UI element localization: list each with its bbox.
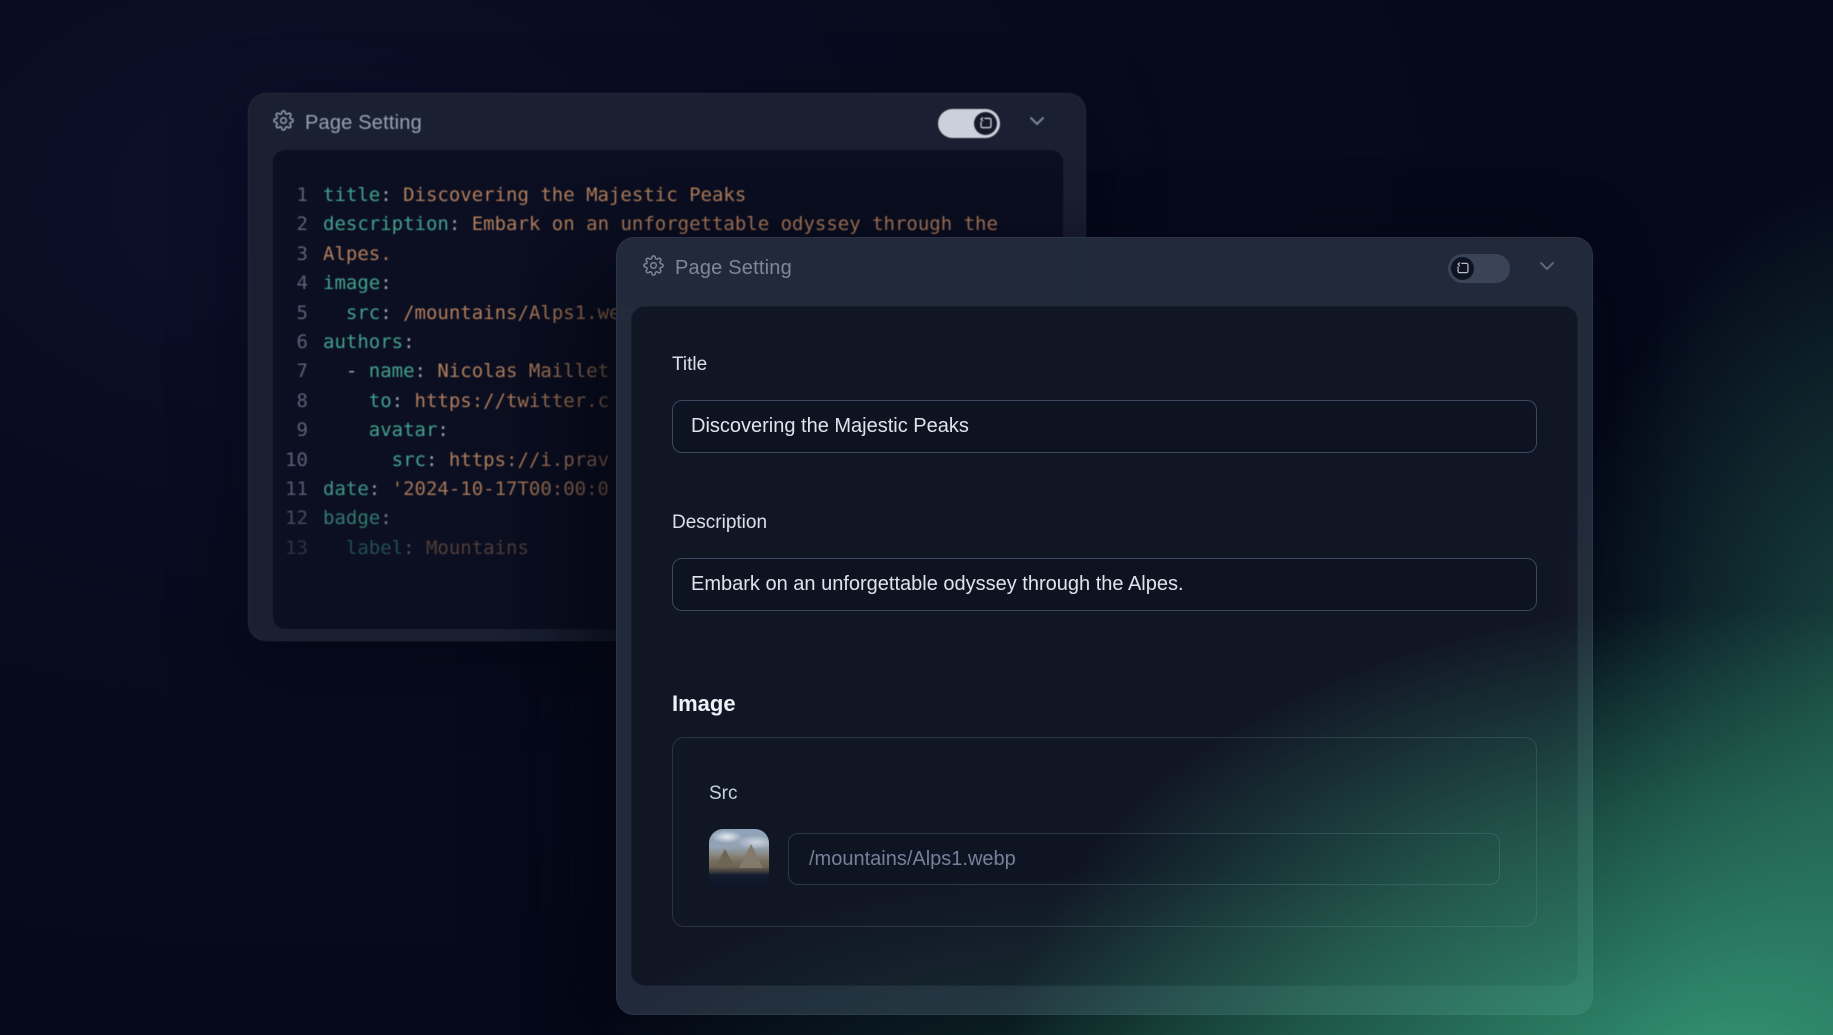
form-panel: Page Setting Title Description — [616, 237, 1593, 1015]
mountain-shape — [715, 849, 735, 867]
line-number: 3 — [273, 240, 308, 269]
description-label: Description — [672, 512, 1537, 534]
line-number: 9 — [273, 416, 308, 445]
chevron-down-icon[interactable] — [1025, 109, 1049, 138]
line-number: 7 — [273, 357, 308, 386]
panel-title: Page Setting — [675, 257, 792, 280]
image-src-input[interactable] — [788, 833, 1500, 885]
code-line: 2description: Embark on an unforgettable… — [273, 210, 1063, 239]
chevron-down-icon[interactable] — [1535, 254, 1559, 283]
form-panel-header: Page Setting — [617, 238, 1592, 298]
code-block-icon — [974, 112, 997, 135]
settings-gear-icon — [273, 110, 294, 136]
line-number: 5 — [273, 299, 308, 328]
title-input[interactable] — [672, 400, 1537, 453]
line-number: 6 — [273, 328, 308, 357]
image-section-heading: Image — [672, 691, 1537, 717]
line-number: 10 — [273, 446, 308, 475]
code-panel-header: Page Setting — [249, 94, 1085, 152]
title-label: Title — [672, 354, 1537, 376]
page-setting-form: Title Description Image Src — [631, 306, 1578, 986]
line-number: 12 — [273, 504, 308, 533]
screen: Page Setting 1title: Discovering the Maj… — [0, 0, 1833, 1035]
line-number: 1 — [273, 181, 308, 210]
description-input[interactable] — [672, 558, 1537, 611]
mountain-shape — [739, 844, 763, 868]
line-number: 4 — [273, 269, 308, 298]
panel-title: Page Setting — [305, 112, 422, 135]
code-line: 1title: Discovering the Majestic Peaks — [273, 181, 1063, 210]
line-number: 13 — [273, 534, 308, 563]
code-view-toggle[interactable] — [938, 109, 1000, 138]
line-number: 2 — [273, 210, 308, 239]
code-block-icon — [1451, 257, 1474, 280]
image-settings-card: Src — [672, 737, 1537, 927]
src-label: Src — [709, 783, 1500, 805]
line-number: 11 — [273, 475, 308, 504]
code-view-toggle[interactable] — [1448, 254, 1510, 283]
settings-gear-icon — [643, 255, 664, 281]
line-number: 8 — [273, 387, 308, 416]
image-thumbnail — [709, 829, 769, 889]
